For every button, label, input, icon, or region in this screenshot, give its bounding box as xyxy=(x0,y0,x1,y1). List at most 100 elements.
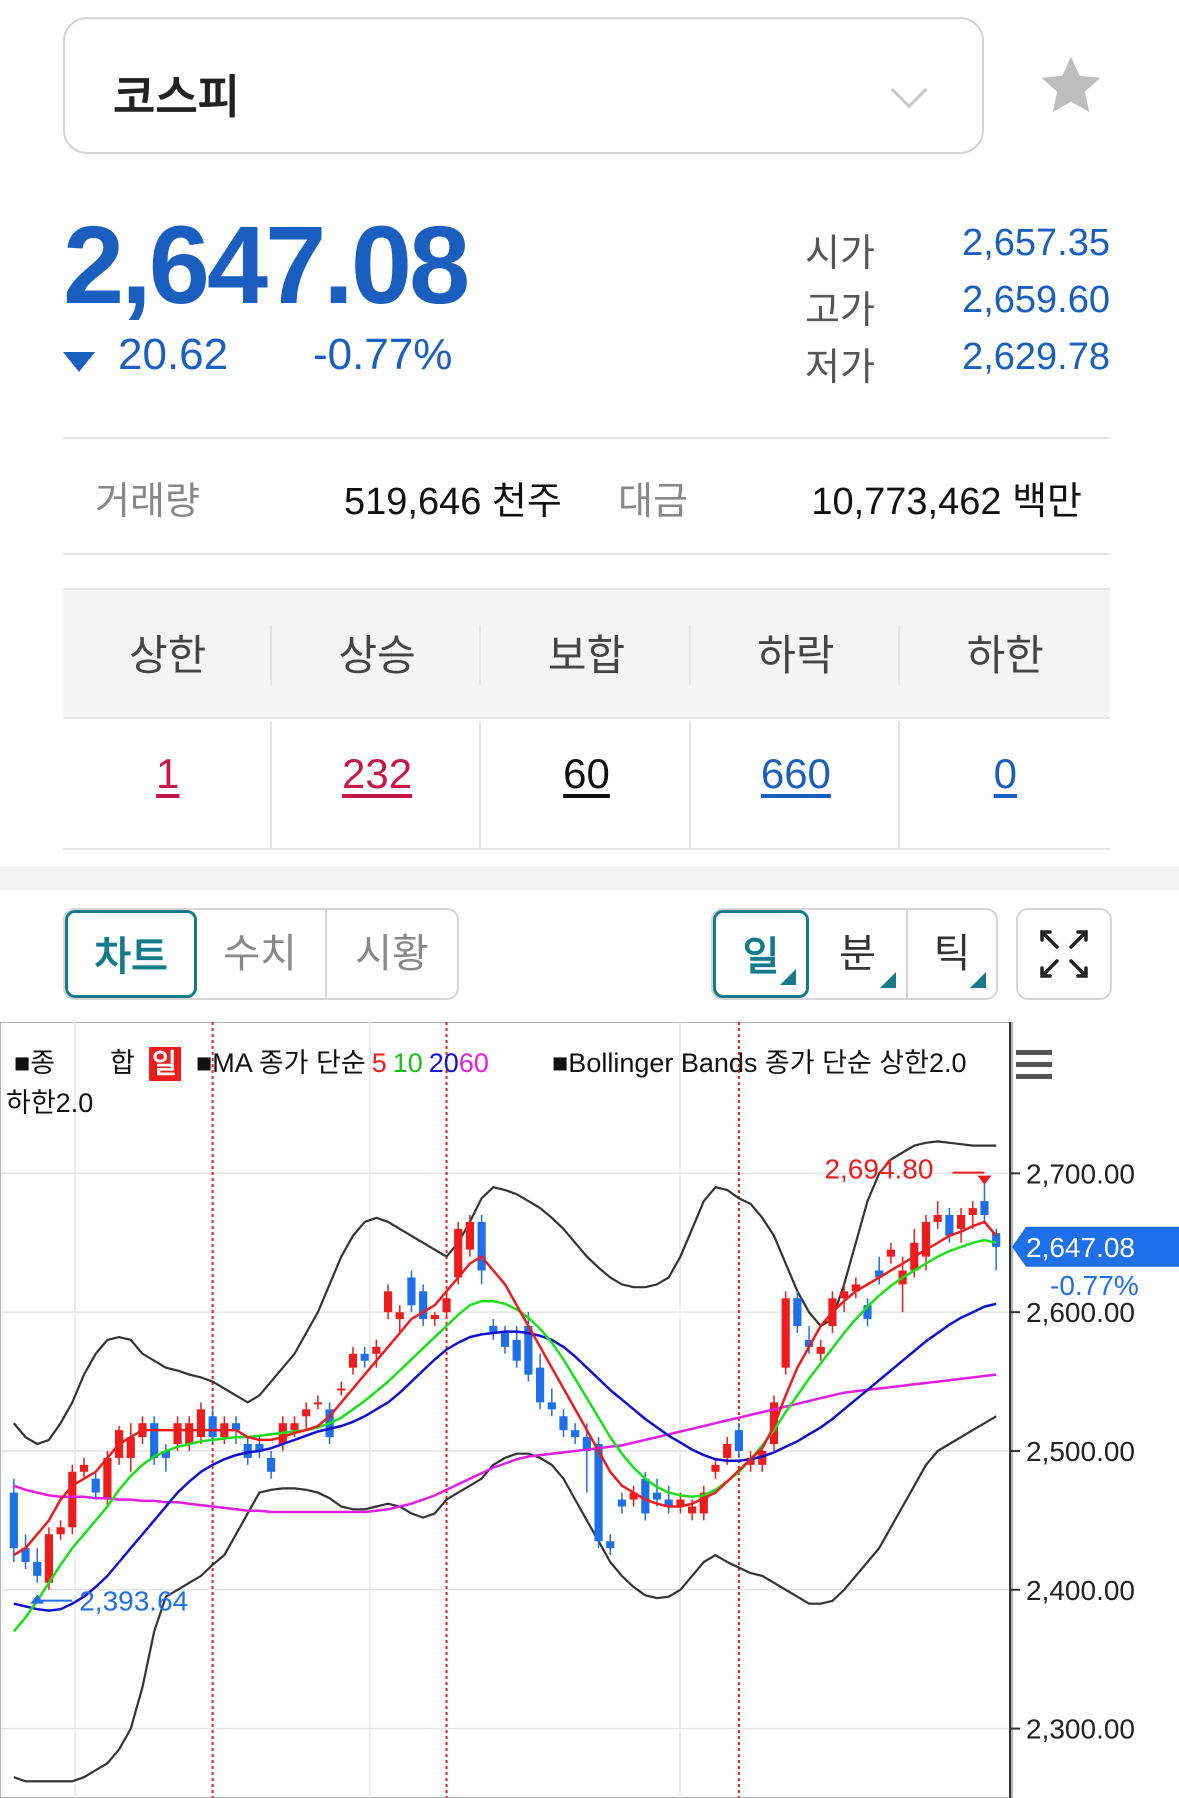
current-change-tag-text: -0.77% xyxy=(1050,1270,1139,1301)
change-percent: -0.77% xyxy=(313,330,453,379)
candle-body xyxy=(886,1249,895,1257)
volume-value: 519,646 천주 xyxy=(344,481,562,523)
period-selector: 분 틱 일 xyxy=(711,908,998,1000)
legend-chart-title-2: 합 xyxy=(110,1048,135,1078)
period-day[interactable]: 일 xyxy=(713,910,809,998)
dropdown-corner-icon xyxy=(970,972,986,988)
open-label: 시가 xyxy=(805,233,875,275)
max-value-label: 2,694.80 xyxy=(824,1154,933,1185)
header-fall: 하락 xyxy=(757,632,835,679)
header-lower-limit: 하한 xyxy=(966,632,1044,679)
candle-body xyxy=(208,1416,217,1438)
candle-body xyxy=(617,1499,627,1507)
candle-body xyxy=(185,1423,194,1445)
chart-menu-icon[interactable] xyxy=(1016,1050,1052,1079)
tab-chart[interactable]: 차트 xyxy=(65,910,197,998)
current-price: 2,647.08 xyxy=(63,204,470,327)
candle-body xyxy=(980,1201,989,1215)
y-tick-label: 2,700.00 xyxy=(1026,1158,1135,1189)
candle-body xyxy=(407,1277,416,1306)
candle-body xyxy=(79,1464,89,1472)
candle-body xyxy=(430,1314,439,1320)
candle-body xyxy=(512,1339,521,1361)
change-value: 20.62 xyxy=(118,330,229,379)
candle-body xyxy=(9,1492,18,1549)
candle-body xyxy=(968,1208,977,1215)
candle-body xyxy=(442,1298,451,1313)
divider xyxy=(270,625,272,685)
amount-label: 대금 xyxy=(618,481,688,523)
unchanged-count[interactable]: 60 xyxy=(482,750,691,798)
divider xyxy=(63,437,1110,439)
candle-body xyxy=(302,1409,311,1417)
header-rise: 상승 xyxy=(338,632,416,679)
candle-body xyxy=(535,1367,545,1403)
header-unchanged: 보합 xyxy=(547,632,626,679)
candle-body xyxy=(816,1346,825,1354)
period-tick[interactable]: 틱 xyxy=(908,910,996,998)
price-chart[interactable]: 2,700.00 2,600.00 2,500.00 2,400.00 2,300.00… xyxy=(0,1022,1179,1798)
fall-count[interactable]: 660 xyxy=(691,750,900,798)
candle-body xyxy=(173,1423,182,1445)
y-tick-label: 2,300.00 xyxy=(1026,1714,1135,1745)
candle-body xyxy=(395,1312,404,1320)
index-selector[interactable]: 코스피 xyxy=(63,17,984,154)
open-value: 2,657.35 xyxy=(962,222,1110,264)
down-arrow-icon xyxy=(63,352,95,372)
legend-chart-title: ■종 xyxy=(14,1048,55,1078)
candle-body xyxy=(337,1388,346,1391)
candle-body xyxy=(793,1298,802,1327)
candle-body xyxy=(196,1409,206,1438)
divider xyxy=(63,553,1110,555)
candle-body xyxy=(945,1214,954,1236)
svg-text:■종: ■종 xyxy=(14,1048,55,1078)
candle-body xyxy=(372,1346,381,1354)
legend-bollinger: ■Bollinger Bands 종가 단순 상한2.0 xyxy=(552,1048,967,1078)
candle-body xyxy=(313,1402,322,1405)
candle-body xyxy=(781,1298,790,1368)
candle-body xyxy=(547,1402,556,1410)
market-breadth-table: 상한 상승 보합 하락 하한 1 232 60 660 0 xyxy=(63,588,1110,850)
candle-body xyxy=(44,1534,54,1583)
upper-limit-count[interactable]: 1 xyxy=(63,750,272,798)
fullscreen-button[interactable] xyxy=(1016,908,1112,1000)
candle-body xyxy=(652,1492,662,1500)
ohl-panel: 시가 2,657.35 고가 2,659.60 저가 2,629.78 xyxy=(805,222,1110,393)
volume-row: 거래량 519,646 천주 대금 10,773,462 백만 xyxy=(63,440,1110,550)
dropdown-corner-icon xyxy=(780,969,796,985)
candle-body xyxy=(688,1506,697,1514)
low-label: 저가 xyxy=(805,347,875,389)
legend-ma: ■MA 종가 단순 5 10 2060 xyxy=(196,1048,489,1078)
candle-body xyxy=(477,1221,486,1271)
candle-body xyxy=(56,1527,65,1535)
candle-body xyxy=(290,1423,299,1431)
candle-body xyxy=(454,1228,463,1278)
candle-body xyxy=(103,1457,112,1500)
header-upper-limit: 상한 xyxy=(129,632,207,679)
lower-limit-count[interactable]: 0 xyxy=(901,750,1110,798)
candle-body xyxy=(711,1464,720,1472)
expand-icon xyxy=(1040,930,1088,978)
candle-body xyxy=(33,1562,42,1576)
current-price-tag-text: 2,647.08 xyxy=(1026,1232,1135,1263)
candle-body xyxy=(465,1221,475,1250)
candle-body xyxy=(933,1214,942,1222)
tab-market-news[interactable]: 시황 xyxy=(327,910,457,998)
candle-body xyxy=(68,1471,77,1528)
y-tick-label: 2,500.00 xyxy=(1026,1436,1135,1467)
chevron-down-icon xyxy=(890,71,928,109)
volume-label: 거래량 xyxy=(95,481,200,523)
period-minute[interactable]: 분 xyxy=(809,910,906,998)
candle-body xyxy=(383,1291,393,1313)
divider xyxy=(325,910,327,998)
tab-figures[interactable]: 수치 xyxy=(195,910,325,998)
min-value-label: 2,393.64 xyxy=(79,1586,188,1617)
y-tick-label: 2,600.00 xyxy=(1026,1297,1135,1328)
rise-count[interactable]: 232 xyxy=(272,750,481,798)
candle-body xyxy=(91,1478,100,1493)
high-label: 고가 xyxy=(805,290,875,332)
star-icon[interactable] xyxy=(1035,50,1107,122)
divider xyxy=(689,625,691,685)
candle-body xyxy=(606,1541,615,1549)
candle-body xyxy=(559,1416,568,1431)
